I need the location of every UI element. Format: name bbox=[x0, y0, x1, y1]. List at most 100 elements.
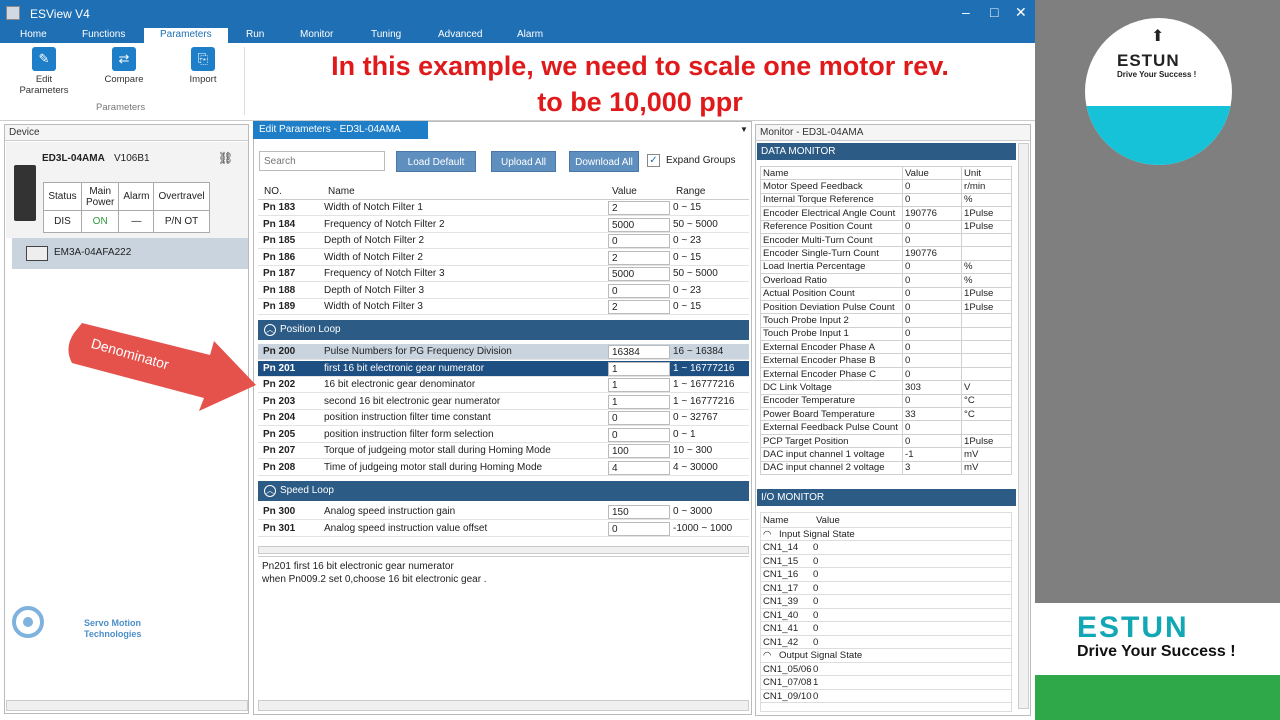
menu-monitor[interactable]: Monitor bbox=[300, 29, 333, 40]
tab-edit-parameters[interactable]: Edit Parameters - ED3L-04AMA bbox=[253, 121, 428, 139]
param-name: second 16 bit electronic gear numerator bbox=[324, 395, 501, 407]
data-monitor-row: DAC input channel 1 voltage -1 mV bbox=[760, 447, 1012, 462]
params-hscrollbar[interactable] bbox=[258, 546, 749, 554]
watermark-line-2: Technologies bbox=[84, 629, 142, 639]
dm-cell-unit: °C bbox=[961, 393, 1012, 409]
edit-label-2: Parameters bbox=[19, 85, 69, 96]
disconnect-icon[interactable]: ⛓ bbox=[218, 151, 233, 165]
minimize-icon[interactable]: – bbox=[962, 4, 970, 20]
param-value-field[interactable]: 1 bbox=[608, 361, 670, 376]
group-position-loop[interactable]: ︿ Position Loop bbox=[258, 320, 749, 340]
close-icon[interactable]: ✕ bbox=[1015, 4, 1027, 21]
description-line-1: Pn201 first 16 bit electronic gear numer… bbox=[262, 561, 454, 572]
parameter-row[interactable]: Pn 184 Frequency of Notch Filter 2 5000 50 … bbox=[258, 217, 749, 233]
io-signal-value: 0 bbox=[813, 569, 819, 580]
load-default-button[interactable]: Load Default bbox=[396, 151, 476, 172]
param-value-field[interactable]: 150 bbox=[608, 505, 670, 519]
parameter-row[interactable]: Pn 207 Torque of judgeing motor stall dur… bbox=[258, 443, 749, 459]
io-signal-value: 0 bbox=[813, 582, 819, 594]
parameter-row[interactable]: Pn 300 Analog speed instruction gain 150 0 … bbox=[258, 504, 749, 520]
menu-home[interactable]: Home bbox=[20, 29, 47, 40]
param-value-field[interactable]: 2 bbox=[608, 250, 670, 265]
param-value-field[interactable]: 16384 bbox=[608, 345, 670, 359]
param-value-field[interactable]: 4 bbox=[608, 460, 670, 475]
io-signal-value: 1 bbox=[813, 677, 819, 688]
desc-hscrollbar[interactable] bbox=[258, 700, 749, 711]
expand-groups-checkbox[interactable]: ✓ bbox=[647, 154, 660, 167]
data-monitor-row: Encoder Single-Turn Count 190776 bbox=[760, 246, 1012, 261]
edit-parameters-button[interactable]: ✎ Edit Parameters bbox=[14, 47, 74, 96]
parameter-row[interactable]: Pn 201 first 16 bit electronic gear numer… bbox=[258, 360, 749, 377]
param-value-field[interactable]: 0 bbox=[608, 521, 670, 536]
search-input[interactable] bbox=[259, 151, 385, 171]
parameter-table-header: NO. Name Value Range bbox=[258, 183, 749, 200]
io-signal-name: CN1_14 bbox=[763, 542, 799, 553]
param-value-field[interactable]: 2 bbox=[608, 300, 670, 314]
param-value-field[interactable]: 100 bbox=[608, 444, 670, 458]
data-monitor-row: External Feedback Pulse Count 0 bbox=[760, 420, 1012, 435]
dm-cell-value: 0 bbox=[902, 273, 962, 288]
param-value-field[interactable]: 1 bbox=[608, 378, 670, 392]
param-value-field[interactable]: 0 bbox=[608, 427, 670, 442]
parameter-row[interactable]: Pn 203 second 16 bit electronic gear nume… bbox=[258, 394, 749, 410]
parameter-row[interactable]: Pn 186 Width of Notch Filter 2 20 ~ 15 bbox=[258, 250, 749, 266]
io-group-output[interactable]: ◠ Output Signal State bbox=[761, 649, 1011, 663]
col-no: NO. bbox=[264, 186, 282, 197]
logo-arrow-icon: ⬆ bbox=[1151, 28, 1165, 45]
param-value-field[interactable]: 0 bbox=[608, 283, 670, 298]
compare-label: Compare bbox=[104, 74, 144, 85]
param-no: Pn 185 bbox=[263, 235, 296, 246]
menu-alarm[interactable]: Alarm bbox=[517, 29, 543, 40]
tab-menu-icon[interactable]: ▼ bbox=[740, 125, 748, 134]
motor-item[interactable]: EM3A-04AFA222 bbox=[12, 238, 248, 269]
io-group-input[interactable]: ◠ Input Signal State bbox=[761, 528, 1011, 541]
menu-advanced[interactable]: Advanced bbox=[438, 29, 482, 40]
monitor-vscrollbar[interactable] bbox=[1018, 143, 1029, 709]
dm-cell-name: Encoder Temperature bbox=[760, 393, 903, 409]
group-speed-loop[interactable]: ︿ Speed Loop bbox=[258, 481, 749, 501]
parameter-row[interactable]: Pn 200 Pulse Numbers for PG Frequency Div… bbox=[258, 344, 749, 360]
param-name: first 16 bit electronic gear numerator bbox=[324, 362, 485, 374]
menu-run[interactable]: Run bbox=[246, 29, 264, 40]
dm-cell-value: -1 bbox=[902, 447, 962, 462]
parameter-row[interactable]: Pn 204 position instruction filter time c… bbox=[258, 410, 749, 426]
param-value-field[interactable]: 5000 bbox=[608, 267, 670, 281]
parameter-row[interactable]: Pn 185 Depth of Notch Filter 2 00 ~ 23 bbox=[258, 233, 749, 249]
parameter-row[interactable]: Pn 202 16 bit electronic gear denominator… bbox=[258, 377, 749, 393]
parameter-row[interactable]: Pn 189 Width of Notch Filter 3 20 ~ 15 bbox=[258, 299, 749, 315]
dm-cell-unit bbox=[961, 232, 1012, 248]
monitor-panel-title: Monitor - ED3L-04AMA bbox=[756, 125, 1030, 141]
compare-button[interactable]: ⇄ Compare bbox=[94, 47, 154, 85]
parameter-row[interactable]: Pn 187 Frequency of Notch Filter 3 5000 50 … bbox=[258, 266, 749, 282]
menu-functions[interactable]: Functions bbox=[82, 29, 125, 40]
dm-cell-value: 0 bbox=[902, 340, 962, 355]
upload-all-button[interactable]: Upload All bbox=[491, 151, 556, 172]
param-value-field[interactable]: 0 bbox=[608, 234, 670, 248]
dm-cell-name: External Feedback Pulse Count bbox=[760, 420, 903, 435]
parameter-row[interactable]: Pn 188 Depth of Notch Filter 3 00 ~ 23 bbox=[258, 283, 749, 299]
menu-tuning[interactable]: Tuning bbox=[371, 29, 401, 40]
param-range: 4 ~ 30000 bbox=[673, 461, 718, 473]
param-no: Pn 184 bbox=[263, 218, 296, 230]
dm-cell-value: 3 bbox=[902, 460, 962, 475]
parameter-row[interactable]: Pn 301 Analog speed instruction value off… bbox=[258, 521, 749, 537]
parameter-row[interactable]: Pn 205 position instruction filter form s… bbox=[258, 427, 749, 443]
param-value-field[interactable]: 5000 bbox=[608, 217, 670, 232]
param-value-field[interactable]: 1 bbox=[608, 394, 670, 409]
status-header: Status bbox=[43, 182, 82, 211]
io-signal-name: CN1_05/06 bbox=[763, 663, 812, 675]
io-row: CN1_42 0 bbox=[761, 636, 1011, 649]
param-value-field[interactable]: 0 bbox=[608, 411, 670, 425]
download-all-button[interactable]: Download All bbox=[569, 151, 639, 172]
dm-cell-unit: 1Pulse bbox=[961, 206, 1012, 221]
estun-brand-card: ESTUN Drive Your Success ! bbox=[1035, 603, 1280, 675]
parameter-row[interactable]: Pn 208 Time of judgeing motor stall durin… bbox=[258, 460, 749, 476]
device-hscrollbar[interactable] bbox=[6, 700, 248, 711]
param-value-field[interactable]: 2 bbox=[608, 201, 670, 215]
menu-parameters[interactable]: Parameters bbox=[144, 28, 228, 43]
dm-cell-unit: V bbox=[961, 380, 1012, 395]
parameter-row[interactable]: Pn 183 Width of Notch Filter 1 20 ~ 15 bbox=[258, 200, 749, 216]
import-button[interactable]: ⎘ Import bbox=[173, 47, 233, 85]
menu-bar: Home Functions Parameters Run Monitor Tu… bbox=[0, 28, 1035, 43]
maximize-icon[interactable]: □ bbox=[990, 4, 998, 20]
